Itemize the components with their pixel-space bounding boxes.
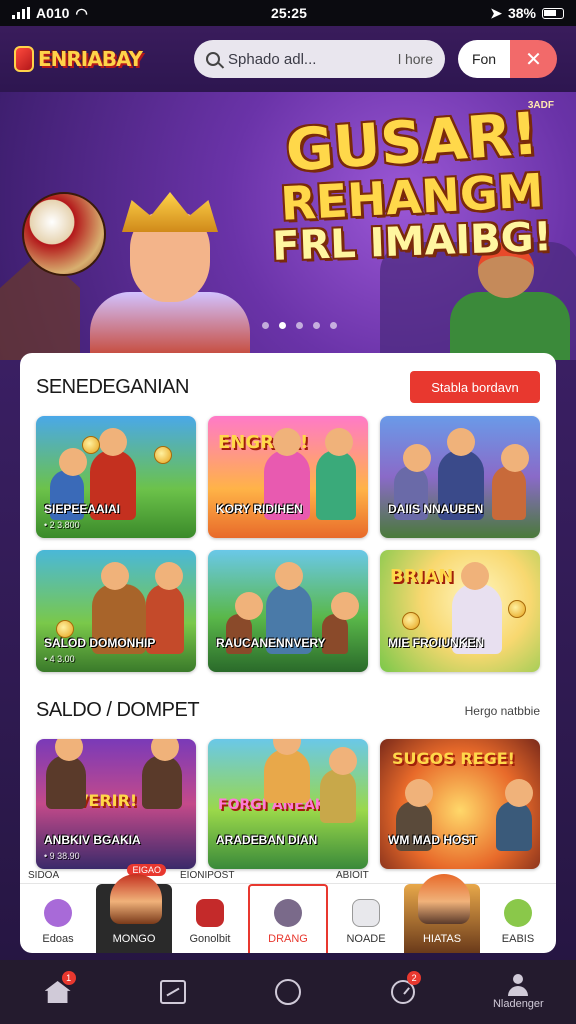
game-card-meta: • 4 3.00 <box>44 654 75 664</box>
game-card[interactable]: DAIIS NNAUBEN <box>380 416 540 538</box>
notification-badge: 2 <box>407 971 422 985</box>
category-item-eabis[interactable]: EABIS <box>480 884 556 953</box>
ball-icon <box>504 899 532 927</box>
logo-text: ENRIABAY <box>37 47 143 71</box>
bottom-nav: 1 2 Nladenger <box>0 960 576 1024</box>
category-bar: SIDOA Edoas EIGAO MONGO EIONIPOST Gonolb… <box>20 864 556 953</box>
category-tag: EIONIPOST <box>180 870 235 881</box>
signal-icon <box>12 7 30 19</box>
nav-profile[interactable]: Nladenger <box>488 967 548 1017</box>
chart-icon <box>159 980 186 1004</box>
section-header-wallet: SALDO / DOMPET Hergo natbbie <box>36 699 540 722</box>
game-card-title: ANBKIV BGAKIA <box>44 833 141 847</box>
game-grid-2: VERIR! ANBKIV BGAKIA • 9 38.90 FORGI ANE… <box>36 739 540 869</box>
game-card-meta: • 9 38.90 <box>44 851 80 861</box>
category-label: EABIS <box>501 933 535 945</box>
game-card[interactable]: SALOD DOMONHIP • 4 3.00 <box>36 550 196 672</box>
category-item-gonolbit[interactable]: EIONIPOST Gonolbit <box>172 870 248 953</box>
category-item-active[interactable]: DRANG <box>248 884 328 953</box>
header-toggle: Fon ✕ <box>458 40 557 78</box>
carousel-dot[interactable] <box>330 322 337 329</box>
game-card-title: SIEPEEAAIAI <box>44 502 121 516</box>
game-card-banner: SUGOS REGE! <box>392 749 515 768</box>
carrier-label: A010 <box>36 5 70 21</box>
battery-percent: 38% <box>507 5 536 21</box>
search-hint: l hore <box>397 51 433 67</box>
section-action-button[interactable]: Stabla bordavn <box>410 371 540 403</box>
game-card[interactable]: SUGOS REGE! WM MAD HOST <box>380 739 540 869</box>
nav-circle[interactable] <box>258 967 318 1017</box>
category-item-featured[interactable]: EIGAO MONGO <box>96 864 172 953</box>
notification-badge: 1 <box>61 971 76 985</box>
game-card[interactable]: SIEPEEAAIAI • 2 3.800 <box>36 416 196 538</box>
status-bar: A010 ◠ 25:25 ➤ 38% <box>0 0 576 26</box>
category-label: Edoas <box>42 933 74 945</box>
game-card-title: ARADEBAN DIAN <box>216 833 318 847</box>
logo-mark-icon <box>14 46 34 72</box>
hero-title: GUSAR! REHANGM FRL IMAIBG! <box>262 99 562 270</box>
category-label: NOADE <box>346 933 386 945</box>
slot-icon <box>196 899 224 927</box>
game-card[interactable]: ENGRER! KORY RIDIHEN <box>208 416 368 538</box>
nav-home[interactable]: 1 <box>28 967 88 1017</box>
nav-history[interactable]: 2 <box>373 967 433 1017</box>
game-card-title: WM MAD HOST <box>388 833 477 847</box>
cup-icon <box>352 899 380 927</box>
category-item-edoas[interactable]: SIDOA Edoas <box>20 870 96 953</box>
category-label: MONGO <box>112 933 156 945</box>
game-card-meta: • 2 3.800 <box>44 520 80 530</box>
game-card-title: SALOD DOMONHIP <box>44 636 156 650</box>
game-card[interactable]: BRIAN MIE FROIUNKEN <box>380 550 540 672</box>
game-card-title: KORY RIDIHEN <box>216 502 303 516</box>
game-card-banner: BRIAN <box>390 566 454 587</box>
battery-icon <box>541 7 564 19</box>
gem-icon <box>44 899 72 927</box>
game-card[interactable]: RAUCANENNVERY <box>208 550 368 672</box>
game-card-title: MIE FROIUNKEN <box>388 636 484 650</box>
carousel-dot-active[interactable] <box>279 322 286 329</box>
search-icon <box>206 52 220 66</box>
game-card[interactable]: FORGI ANEAKA ARADEBAN DIAN <box>208 739 368 869</box>
search-bar[interactable]: Sphado adl... l hore <box>194 40 445 78</box>
app-header: ENRIABAY Sphado adl... l hore Fon ✕ <box>0 26 576 92</box>
section-title: SENEDEGANIAN <box>36 375 189 398</box>
category-label: Gonolbit <box>189 933 231 945</box>
app-screen: A010 ◠ 25:25 ➤ 38% ENRIABAY Sphado adl..… <box>0 0 576 1024</box>
mascot-icon <box>274 899 302 927</box>
section-link[interactable]: Hergo natbbie <box>465 704 540 718</box>
category-label: HIATAS <box>422 933 462 945</box>
carousel-dot[interactable] <box>313 322 320 329</box>
game-grid-1: SIEPEEAAIAI • 2 3.800 ENGRER! KORY RIDIH… <box>36 416 540 672</box>
app-logo[interactable]: ENRIABAY <box>14 37 143 81</box>
hero-title-line3: FRL IMAIBG! <box>271 214 553 271</box>
close-icon[interactable]: ✕ <box>510 40 557 78</box>
featured-avatar <box>418 874 470 924</box>
category-tag: ABIOIT <box>336 870 369 881</box>
game-card-title: RAUCANENNVERY <box>216 636 326 650</box>
section-header-games: SENEDEGANIAN Stabla bordavn <box>36 371 540 403</box>
nav-label: Nladenger <box>492 998 544 1010</box>
carousel-dot[interactable] <box>262 322 269 329</box>
toggle-button[interactable]: Fon <box>458 40 510 78</box>
nav-chart[interactable] <box>143 967 203 1017</box>
category-item-hiatas[interactable]: HIATAS <box>404 874 480 953</box>
search-input[interactable]: Sphado adl... <box>228 51 390 68</box>
content-panel: SENEDEGANIAN Stabla bordavn SIEPEEAAIAI … <box>20 353 556 953</box>
category-label: DRANG <box>268 933 308 945</box>
featured-avatar <box>110 874 162 924</box>
section-title: SALDO / DOMPET <box>36 699 200 721</box>
location-icon: ➤ <box>490 4 502 21</box>
category-tag: SIDOA <box>28 870 60 881</box>
circle-icon <box>274 979 301 1005</box>
carousel-dots <box>262 322 337 329</box>
hero-character-illustration <box>60 192 260 360</box>
hero-banner[interactable]: 3ADF GUSAR! REHANGM FRL IMAIBG! <box>0 92 576 360</box>
clock: 25:25 <box>271 5 307 21</box>
game-card[interactable]: VERIR! ANBKIV BGAKIA • 9 38.90 <box>36 739 196 869</box>
carousel-dot[interactable] <box>296 322 303 329</box>
wifi-icon: ◠ <box>75 4 88 21</box>
category-item-noade[interactable]: ABIOIT NOADE <box>328 870 404 953</box>
game-card-title: DAIIS NNAUBEN <box>388 502 484 516</box>
user-icon <box>506 974 530 998</box>
